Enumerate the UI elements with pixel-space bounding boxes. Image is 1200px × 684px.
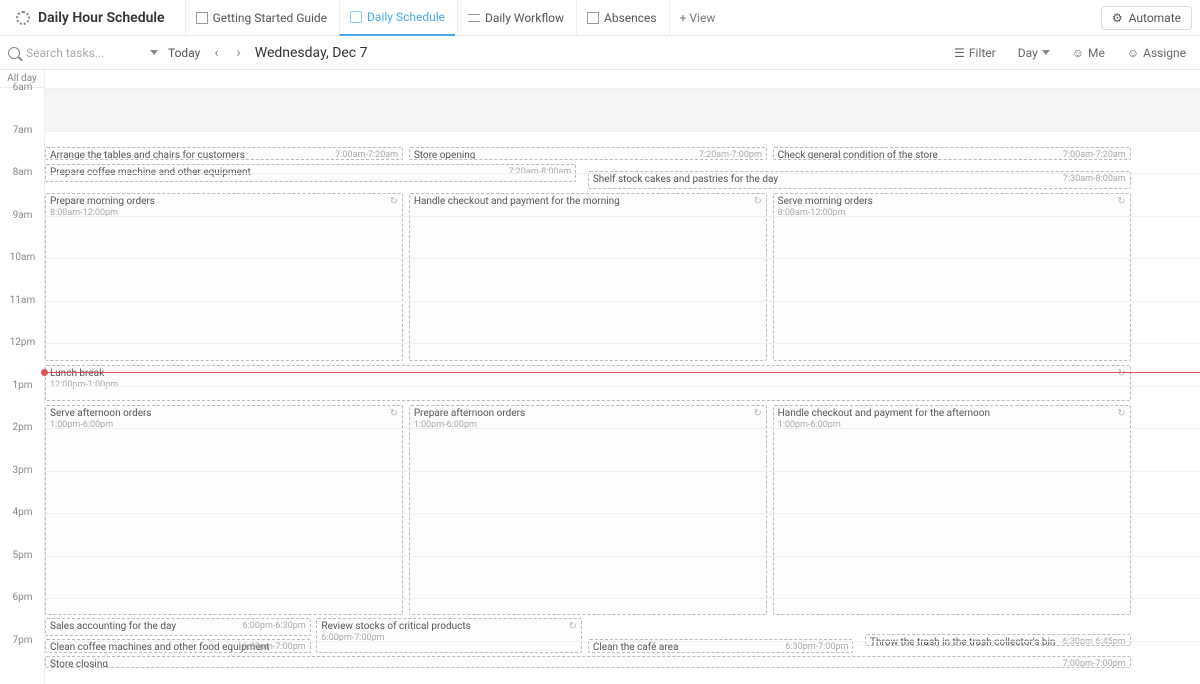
- recurring-icon: ↻: [569, 621, 577, 632]
- hour-label: 7am: [0, 125, 45, 136]
- hour-gridline: [45, 386, 1200, 387]
- app-logo-icon: [16, 11, 30, 25]
- event-check-condition[interactable]: Check general condition of the store7:00…: [773, 147, 1131, 160]
- event-handle-checkout-afternoon[interactable]: Handle checkout and payment for the afte…: [773, 405, 1131, 615]
- recurring-icon: ↻: [1117, 368, 1125, 379]
- recurring-icon: ↻: [1117, 408, 1125, 419]
- current-time-indicator: [45, 372, 1200, 373]
- search-input[interactable]: Search tasks...: [8, 46, 158, 60]
- me-filter[interactable]: ☺Me: [1066, 46, 1111, 60]
- hour-label: 6am: [0, 82, 45, 93]
- hour-gridline: [45, 471, 1200, 472]
- event-arrange-tables[interactable]: Arrange the tables and chairs for custom…: [45, 147, 403, 160]
- calendar-grid: All day 6am7am8am9am10am11am12pm1pm2pm3p…: [0, 70, 1200, 684]
- hour-label: 6pm: [0, 592, 45, 603]
- hour-gridline: [45, 173, 1200, 174]
- app-title: Daily Hour Schedule: [8, 10, 173, 26]
- hour-gridline: [45, 216, 1200, 217]
- hour-gridline: [45, 428, 1200, 429]
- hour-gridline: [45, 88, 1200, 89]
- search-icon: [8, 47, 20, 59]
- calendar-icon: [350, 11, 362, 23]
- event-lunch-break[interactable]: Lunch break12:00pm-1:00pm↻: [45, 365, 1131, 401]
- recurring-icon: ↻: [753, 408, 761, 419]
- hour-label: 1pm: [0, 380, 45, 391]
- board-icon: [587, 12, 599, 24]
- hour-label: 2pm: [0, 422, 45, 433]
- event-handle-checkout-morning[interactable]: Handle checkout and payment for the morn…: [409, 193, 767, 361]
- hour-label: 7pm: [0, 635, 45, 646]
- hour-gridline: [45, 513, 1200, 514]
- hour-gridline: [45, 343, 1200, 344]
- hour-label: 9am: [0, 210, 45, 221]
- assignee-filter[interactable]: ☺Assigne: [1121, 46, 1192, 60]
- hour-label: 11am: [0, 295, 45, 306]
- bolt-icon: ⚙: [1112, 11, 1123, 25]
- people-icon: ☺: [1127, 46, 1139, 60]
- next-day-button[interactable]: ›: [233, 45, 245, 61]
- toolbar: Search tasks... Today ‹ › Wednesday, Dec…: [0, 36, 1200, 70]
- hour-label: 10am: [0, 252, 45, 263]
- list-icon: [468, 14, 480, 22]
- doc-icon: [196, 12, 208, 24]
- off-hours-shade: [45, 88, 1200, 131]
- filter-button[interactable]: ☰Filter: [948, 46, 1002, 60]
- hour-label: 4pm: [0, 507, 45, 518]
- hour-label: 8am: [0, 167, 45, 178]
- hour-gridline: [45, 131, 1200, 132]
- event-review-stocks[interactable]: Review stocks of critical products6:00pm…: [316, 618, 582, 653]
- tab-getting-started[interactable]: Getting Started Guide: [185, 0, 337, 36]
- tab-daily-workflow[interactable]: Daily Workflow: [457, 0, 574, 36]
- filter-icon: ☰: [954, 46, 965, 60]
- day-column[interactable]: Arrange the tables and chairs for custom…: [45, 88, 1200, 684]
- event-store-closing[interactable]: Store closing7:00pm-7:00pm: [45, 656, 1131, 668]
- recurring-icon: ↻: [753, 196, 761, 207]
- event-sales-accounting[interactable]: Sales accounting for the day6:00pm-6:30p…: [45, 618, 311, 636]
- event-serve-morning-orders[interactable]: Serve morning orders8:00am-12:00pm↻: [773, 193, 1131, 361]
- event-serve-afternoon-orders[interactable]: Serve afternoon orders1:00pm-6:00pm↻: [45, 405, 403, 615]
- hour-label: 12pm: [0, 337, 45, 348]
- hour-gridline: [45, 301, 1200, 302]
- hour-gridline: [45, 258, 1200, 259]
- today-button[interactable]: Today: [168, 46, 200, 60]
- chevron-down-icon: [150, 50, 158, 55]
- recurring-icon: ↻: [1117, 196, 1125, 207]
- tab-absences[interactable]: Absences: [576, 0, 667, 36]
- event-store-opening[interactable]: Store opening7:20am-7:00pm: [409, 147, 767, 160]
- automate-button[interactable]: ⚙ Automate: [1101, 6, 1192, 30]
- event-prepare-morning-orders[interactable]: Prepare morning orders8:00am-12:00pm↻: [45, 193, 403, 361]
- tab-daily-schedule[interactable]: Daily Schedule: [339, 0, 455, 36]
- topbar: Daily Hour Schedule Getting Started Guid…: [0, 0, 1200, 36]
- person-icon: ☺: [1072, 46, 1084, 60]
- hour-label: 5pm: [0, 550, 45, 561]
- recurring-icon: ↻: [390, 196, 398, 207]
- day-picker[interactable]: Day: [1012, 46, 1056, 60]
- add-view-button[interactable]: + View: [669, 0, 726, 36]
- chevron-down-icon: [1042, 50, 1050, 55]
- app-title-text: Daily Hour Schedule: [38, 10, 165, 26]
- view-tabs: Getting Started Guide Daily Schedule Dai…: [185, 0, 726, 36]
- prev-day-button[interactable]: ‹: [210, 45, 222, 61]
- hour-gridline: [45, 556, 1200, 557]
- event-prepare-afternoon-orders[interactable]: Prepare afternoon orders1:00pm-6:00pm↻: [409, 405, 767, 615]
- hour-gridline: [45, 598, 1200, 599]
- recurring-icon: ↻: [390, 408, 398, 419]
- hour-gridline: [45, 641, 1200, 642]
- current-date: Wednesday, Dec 7: [255, 45, 368, 61]
- hour-label: 3pm: [0, 465, 45, 476]
